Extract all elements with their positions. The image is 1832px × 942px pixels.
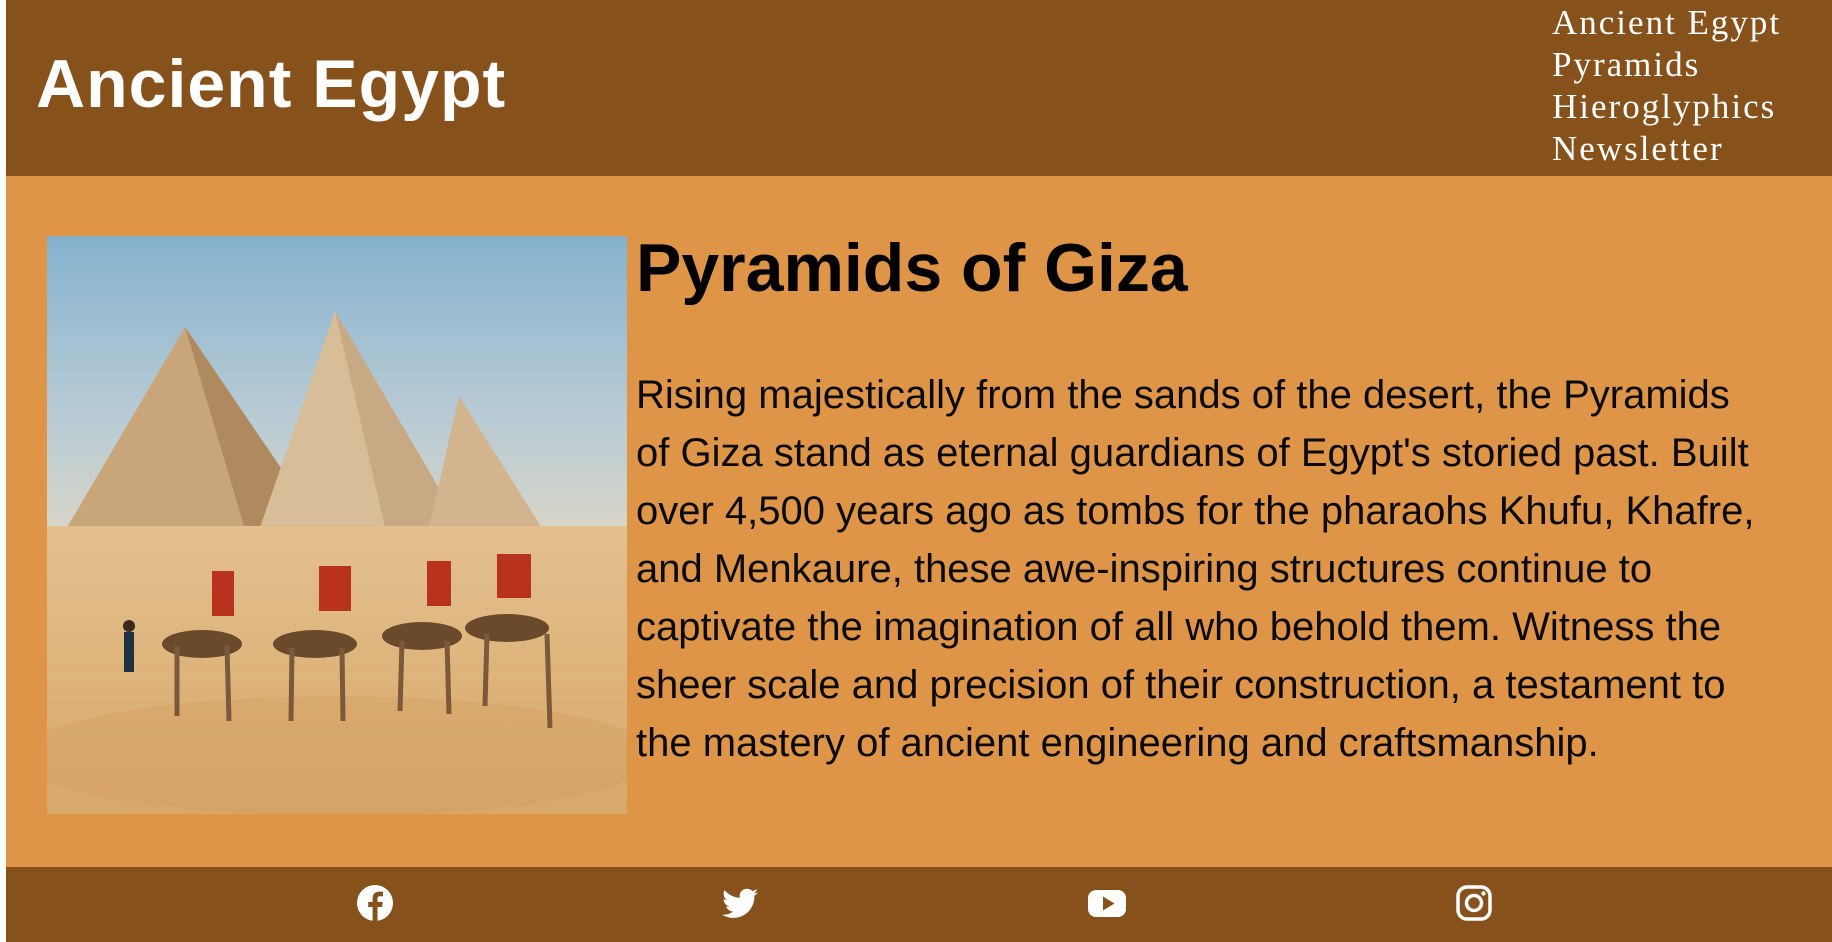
article-title: Pyramids of Giza: [636, 230, 1188, 306]
youtube-icon[interactable]: [1087, 883, 1127, 923]
article-body: Rising majestically from the sands of th…: [636, 373, 1755, 765]
nav-link-hieroglyphics[interactable]: Hieroglyphics: [1552, 86, 1781, 128]
twitter-icon[interactable]: [720, 883, 760, 923]
site-footer: [6, 867, 1832, 942]
nav-link-pyramids[interactable]: Pyramids: [1552, 44, 1781, 86]
nav-link-newsletter[interactable]: Newsletter: [1552, 128, 1781, 170]
nav-link-ancient-egypt[interactable]: Ancient Egypt: [1552, 2, 1781, 44]
instagram-icon[interactable]: [1454, 883, 1494, 923]
facebook-icon[interactable]: [355, 883, 395, 923]
site-header: Ancient Egypt Ancient Egypt Pyramids Hie…: [6, 0, 1832, 176]
site-title: Ancient Egypt: [36, 46, 507, 122]
page: Ancient Egypt Ancient Egypt Pyramids Hie…: [6, 0, 1832, 942]
pyramids-photo: [47, 236, 627, 814]
main-nav: Ancient Egypt Pyramids Hieroglyphics New…: [1552, 2, 1781, 170]
